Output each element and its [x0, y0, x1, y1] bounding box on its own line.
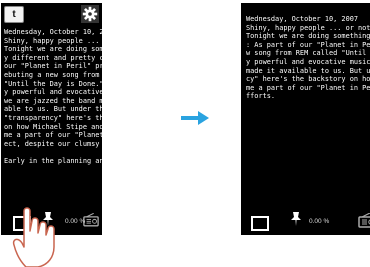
bottom-toolbar: 0.00 % [241, 207, 370, 235]
gear-icon[interactable] [81, 5, 99, 23]
hand-icon [12, 207, 55, 267]
radio-icon[interactable] [83, 213, 99, 227]
reading-text: Wednesday, October 10, 2007 Shiny, happy… [4, 28, 102, 165]
back-button[interactable]: t [4, 6, 24, 23]
arrow-right-icon [181, 111, 209, 125]
pin-icon[interactable] [290, 212, 302, 226]
progress-text: 0.00 % [309, 218, 330, 225]
phone-screen-after: Wednesday, October 10, 2007 Shiny, happy… [241, 3, 370, 235]
radio-icon[interactable] [358, 213, 370, 228]
reading-text: Wednesday, October 10, 2007 Shiny, happy… [246, 15, 370, 101]
square-icon[interactable] [251, 216, 269, 231]
